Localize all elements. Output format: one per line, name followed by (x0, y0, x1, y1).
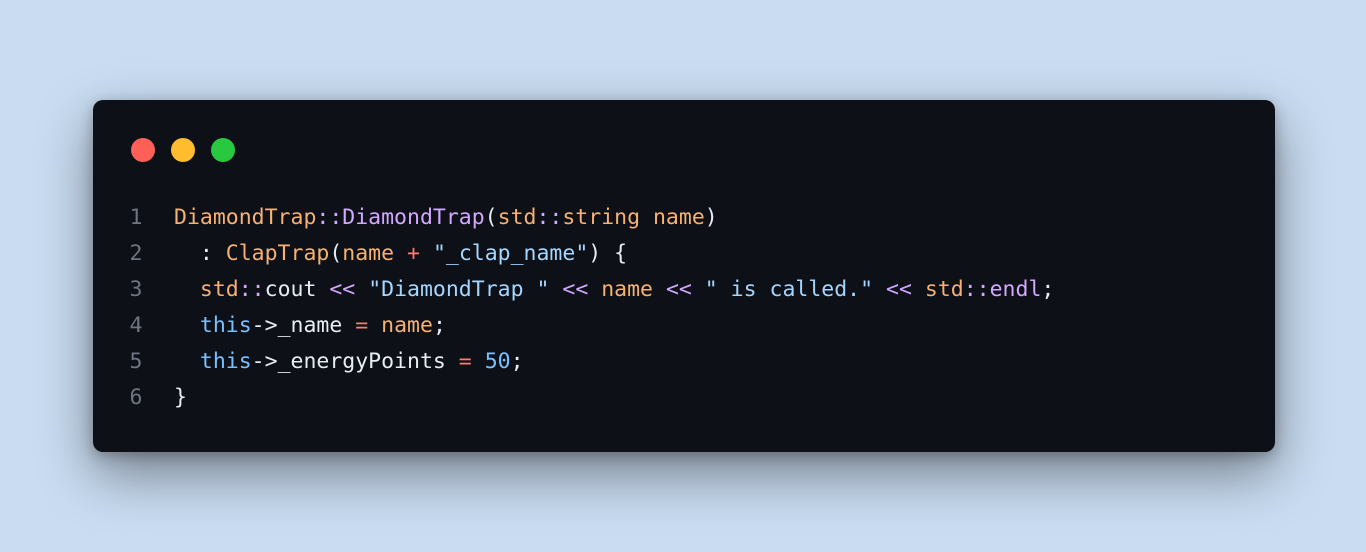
line-content: this->_energyPoints = 50; (174, 344, 524, 380)
code-line: 3 std::cout << "DiamondTrap " << name <<… (93, 272, 1275, 308)
code-token: this (199, 313, 252, 338)
line-number: 5 (129, 349, 143, 374)
code-token: 50 (484, 349, 511, 374)
code-token: name (342, 241, 395, 266)
code-token: ; (510, 349, 524, 374)
code-token: std (924, 277, 964, 302)
code-block: 1 DiamondTrap::DiamondTrap(std::string na… (93, 200, 1275, 416)
code-token: DiamondTrap (174, 205, 317, 230)
code-line: 6} (93, 380, 1275, 416)
code-token: std (199, 277, 239, 302)
code-token: "DiamondTrap " (368, 277, 550, 302)
code-token: << (562, 277, 589, 302)
maximize-dot (211, 138, 235, 162)
code-token: << (329, 277, 356, 302)
code-token: cout (264, 277, 317, 302)
code-line: 4 this->_name = name; (93, 308, 1275, 344)
code-token: -> (251, 313, 278, 338)
code-token: DiamondTrap (342, 205, 485, 230)
line-content: DiamondTrap::DiamondTrap(std::string nam… (174, 200, 718, 236)
code-token: ( (484, 205, 498, 230)
code-token: ( (329, 241, 343, 266)
code-token: string (562, 205, 641, 230)
code-token: << (886, 277, 912, 302)
line-number: 2 (129, 241, 143, 266)
code-token: = (355, 313, 369, 338)
code-token: ; (1041, 277, 1055, 302)
code-token: name (601, 277, 653, 302)
code-token: = (458, 349, 472, 374)
code-token: : (174, 241, 226, 266)
line-content: this->_name = name; (174, 308, 446, 344)
code-token: this (199, 349, 252, 374)
line-content: std::cout << "DiamondTrap " << name << "… (174, 272, 1054, 308)
code-token: ) { (588, 241, 628, 266)
code-token: -> (251, 349, 278, 374)
code-token: ) (704, 205, 718, 230)
code-token: :: (316, 205, 343, 230)
line-content: : ClapTrap(name + "_clap_name") { (174, 236, 627, 272)
code-token: std (497, 205, 537, 230)
line-number: 3 (129, 277, 143, 302)
code-token: + (407, 241, 420, 266)
code-token: :: (536, 205, 563, 230)
code-token: name (652, 205, 705, 230)
line-content: } (174, 380, 187, 416)
line-number: 6 (129, 385, 143, 410)
code-token: } (174, 385, 187, 410)
code-token: name (381, 313, 433, 338)
code-token: " is called." (704, 277, 874, 302)
code-token: << (665, 277, 692, 302)
code-token: :: (238, 277, 265, 302)
code-token: _name (277, 313, 343, 338)
code-token: ClapTrap (225, 241, 330, 266)
minimize-dot (171, 138, 195, 162)
code-line: 2 : ClapTrap(name + "_clap_name") { (93, 236, 1275, 272)
code-token: ; (432, 313, 446, 338)
line-number: 4 (129, 313, 143, 338)
code-line: 5 this->_energyPoints = 50; (93, 344, 1275, 380)
code-line: 1 DiamondTrap::DiamondTrap(std::string na… (93, 200, 1275, 236)
code-token: :: (963, 277, 990, 302)
close-dot (131, 138, 155, 162)
code-token: _energyPoints (277, 349, 446, 374)
code-token: endl (989, 277, 1042, 302)
code-token: "_clap_name" (432, 241, 589, 266)
line-number: 1 (129, 205, 143, 230)
code-window: 1 DiamondTrap::DiamondTrap(std::string na… (93, 100, 1275, 452)
